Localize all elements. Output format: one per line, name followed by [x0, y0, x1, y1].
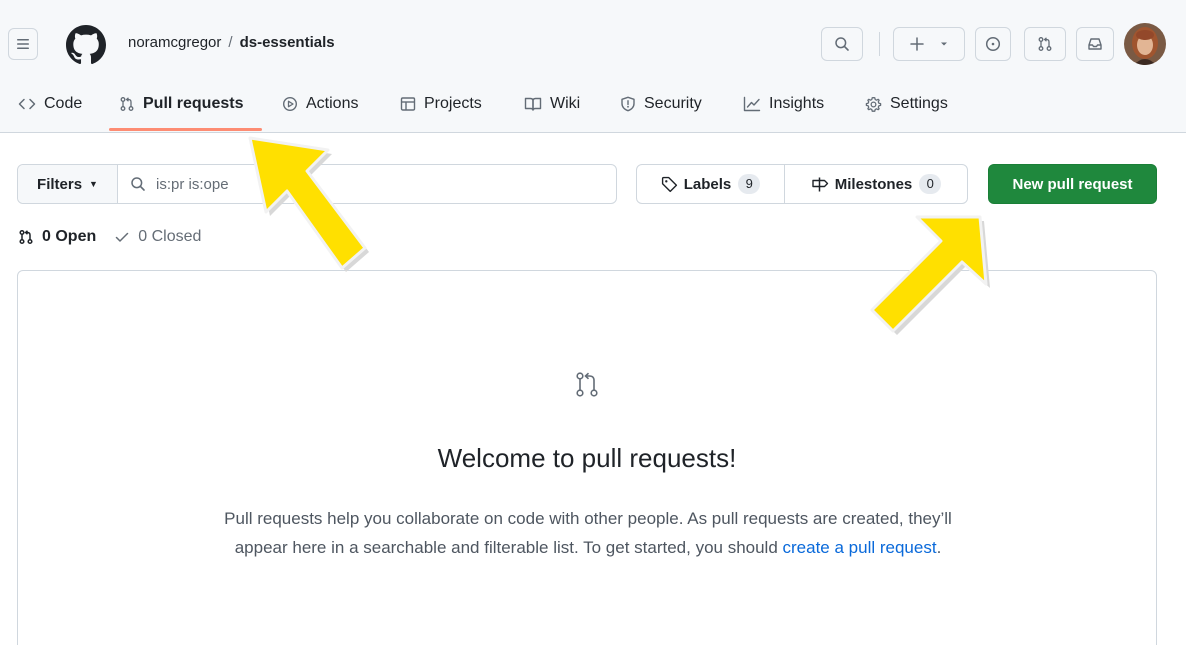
table-icon [400, 97, 416, 111]
filter-bar: Filters ▼ is:pr is:ope [17, 164, 617, 204]
gear-icon [865, 96, 882, 112]
plus-icon [910, 37, 924, 51]
milestones-count: 0 [919, 174, 942, 194]
tab-actions[interactable]: Actions [282, 84, 358, 124]
milestones-label: Milestones [834, 175, 913, 193]
closed-filter[interactable]: 0 Closed [114, 228, 201, 246]
labels-milestones-group: Labels 9 Milestones 0 [636, 164, 968, 204]
pull-request-icon [19, 229, 33, 245]
milestone-icon [812, 177, 828, 191]
search-query: is:pr is:ope [156, 175, 229, 193]
pull-request-icon [1038, 37, 1052, 51]
blank-slate: Welcome to pull requests! Pull requests … [17, 270, 1157, 645]
labels-button[interactable]: Labels 9 [637, 165, 785, 203]
tab-pull-requests[interactable]: Pull requests [119, 84, 243, 124]
tag-icon [661, 176, 677, 192]
search-icon [835, 37, 849, 51]
repo-name-link[interactable]: ds-essentials [240, 34, 335, 51]
description-end: . [936, 538, 942, 557]
search-input[interactable]: is:pr is:ope [118, 165, 616, 203]
pull-request-icon [576, 372, 598, 397]
description-line-2: appear here in a searchable and filterab… [234, 538, 783, 557]
labels-label: Labels [683, 175, 732, 193]
github-logo[interactable] [66, 25, 106, 65]
chevron-down-icon [941, 42, 947, 46]
breadcrumb: noramcgregor / ds-essentials [128, 34, 335, 51]
issues-button[interactable] [975, 27, 1011, 61]
book-icon [524, 97, 542, 111]
tab-actions-label: Actions [306, 95, 359, 112]
tab-projects-label: Projects [424, 95, 482, 112]
issue-icon [985, 36, 1001, 52]
tab-settings[interactable]: Settings [865, 84, 948, 124]
blank-slate-description: Pull requests help you collaborate on co… [138, 504, 1038, 562]
milestones-button[interactable]: Milestones 0 [785, 165, 967, 203]
tab-wiki-label: Wiki [550, 95, 581, 112]
inbox-button[interactable] [1076, 27, 1114, 61]
pull-requests-button[interactable] [1024, 27, 1066, 61]
open-filter[interactable]: 0 Open [18, 228, 96, 246]
code-icon [18, 98, 36, 110]
tab-insights-label: Insights [769, 95, 825, 112]
create-pull-request-link[interactable]: create a pull request [783, 538, 937, 557]
open-count: 0 Open [42, 228, 97, 245]
repo-header: noramcgregor / ds-essentials Code Pull r… [0, 0, 1186, 133]
tab-security-label: Security [644, 95, 702, 112]
search-button[interactable] [821, 27, 863, 61]
filters-label: Filters [37, 175, 83, 193]
tab-projects[interactable]: Projects [400, 84, 482, 124]
search-icon [131, 177, 145, 191]
state-filter: 0 Open 0 Closed [18, 228, 201, 246]
check-icon [115, 232, 129, 242]
tab-insights[interactable]: Insights [743, 84, 824, 124]
blank-slate-title: Welcome to pull requests! [437, 443, 737, 473]
active-tab-indicator [109, 128, 262, 131]
labels-count: 9 [738, 174, 761, 194]
arrow-to-pull-requests-tab [248, 136, 369, 272]
tab-security[interactable]: Security [620, 84, 702, 124]
user-photo [1124, 23, 1166, 65]
closed-count: 0 Closed [138, 228, 202, 245]
inbox-icon [1088, 38, 1102, 50]
header-divider [879, 32, 880, 56]
tab-code-label: Code [44, 95, 83, 112]
menu-button[interactable] [8, 28, 38, 60]
repo-owner-link[interactable]: noramcgregor [128, 34, 221, 51]
filters-button[interactable]: Filters ▼ [18, 165, 118, 203]
shield-icon [621, 96, 635, 112]
tab-code[interactable]: Code [18, 84, 82, 124]
description-line-1: Pull requests help you collaborate on co… [224, 509, 952, 528]
play-icon [282, 96, 298, 112]
graph-icon [743, 96, 761, 112]
chevron-down-icon: ▼ [89, 179, 98, 189]
hamburger-icon [17, 39, 29, 49]
tab-wiki[interactable]: Wiki [524, 84, 580, 124]
avatar[interactable] [1124, 23, 1166, 65]
new-pull-request-button[interactable]: New pull request [988, 164, 1157, 204]
tab-pull-requests-label: Pull requests [143, 95, 244, 112]
breadcrumb-separator: / [228, 34, 233, 51]
pull-request-icon [120, 97, 134, 111]
tab-settings-label: Settings [890, 95, 948, 112]
create-new-button[interactable] [893, 27, 965, 61]
